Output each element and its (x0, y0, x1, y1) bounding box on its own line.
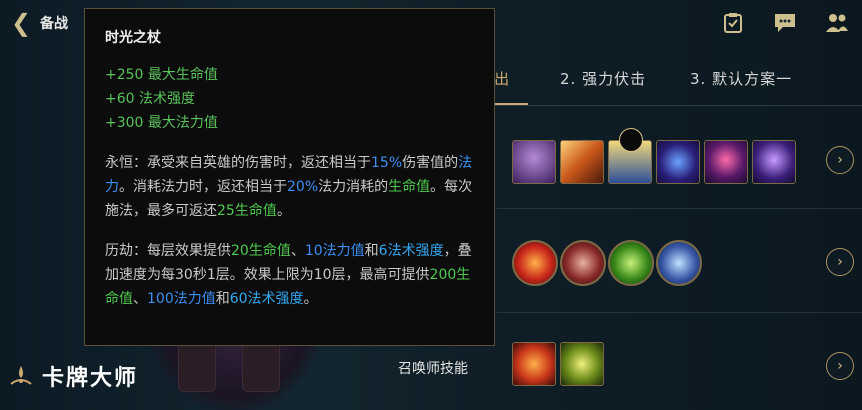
tooltip-passive-eternity: 永恒：承受来自英雄的伤害时，返还相当于15%伤害值的法力。消耗法力时，返还相当于… (105, 155, 473, 219)
spell-slot-2[interactable] (560, 342, 604, 386)
tooltip-passive-trials: 历劫：每层效果提供20生命值、10法力值和6法术强度，叠加速度为每30秒1层。效… (105, 243, 472, 307)
top-icons (720, 10, 850, 36)
item-selected-marker-icon (619, 128, 643, 152)
tooltip-stat-mana: +300 最大法力值 (105, 115, 218, 131)
rune-slot-2[interactable] (560, 240, 606, 286)
mage-class-icon (8, 363, 34, 389)
spell-row-label: 召唤师技能 (398, 361, 468, 377)
item-tooltip: 时光之杖 +250 最大生命值 +60 法术强度 +300 最大法力值 永恒：承… (84, 8, 495, 346)
item-slot-1[interactable] (512, 140, 556, 184)
clipboard-icon[interactable] (720, 10, 746, 36)
spell-row-expand-icon[interactable]: › (826, 352, 854, 380)
tab-build-2[interactable]: 2. 强力伏击 (560, 68, 646, 89)
item-slot-5[interactable] (704, 140, 748, 184)
tab-build-3[interactable]: 3. 默认方案一 (690, 68, 792, 89)
tooltip-title: 时光之杖 (105, 30, 161, 46)
rune-slot-1[interactable] (512, 240, 558, 286)
friends-icon[interactable] (824, 10, 850, 36)
back-icon[interactable]: ❮ (8, 10, 34, 36)
item-slot-6[interactable] (752, 140, 796, 184)
tooltip-stat-ap: +60 法术强度 (105, 91, 195, 107)
item-row-expand-icon[interactable]: › (826, 146, 854, 174)
item-slot-4[interactable] (656, 140, 700, 184)
rune-row-expand-icon[interactable]: › (826, 248, 854, 276)
spell-slot-1[interactable] (512, 342, 556, 386)
tooltip-stat-health: +250 最大生命值 (105, 67, 218, 83)
champion-name: 卡牌大师 (42, 366, 139, 391)
item-slot-2[interactable] (560, 140, 604, 184)
rune-slot-3[interactable] (608, 240, 654, 286)
chat-icon[interactable] (772, 10, 798, 36)
back-label[interactable]: 备战 (40, 13, 68, 33)
topbar-left: ❮ 备战 (8, 10, 68, 36)
rune-slot-4[interactable] (656, 240, 702, 286)
champion-label: 卡牌大师 (8, 360, 138, 392)
